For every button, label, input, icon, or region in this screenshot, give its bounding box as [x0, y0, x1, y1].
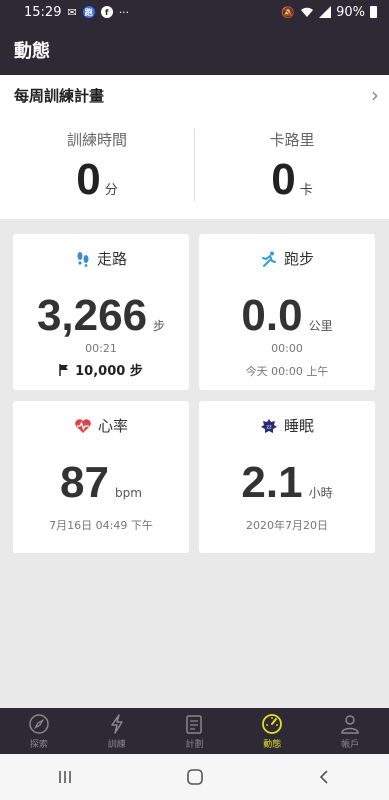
weekly-plan-section: 每周訓練計畫 › 訓練時間 0 分 卡路里 0 卡 [0, 75, 389, 219]
sleep-date: 2020年7月20日 [246, 519, 328, 532]
mute-icon: 🔕 [281, 5, 296, 19]
nav-plan[interactable]: 計劃 [156, 708, 234, 754]
wifi-icon [301, 7, 314, 17]
sleep-icon: zz [260, 418, 277, 433]
footprints-icon [77, 251, 89, 267]
nav-explore-label: 探索 [29, 739, 48, 750]
weekly-plan-header[interactable]: 每周訓練計畫 › [0, 75, 389, 115]
running-duration: 00:00 [271, 342, 303, 355]
nav-activity-label: 動態 [263, 739, 282, 750]
person-icon [341, 714, 359, 734]
battery-percent: 90% [336, 4, 365, 20]
status-time: 15:29 [24, 4, 62, 20]
lightning-icon [110, 713, 123, 734]
heart-rate-unit: bpm [115, 486, 142, 500]
running-distance-unit: 公里 [308, 319, 333, 333]
heart-rate-title: 心率 [97, 417, 128, 435]
walking-steps-value: 3,266 [36, 291, 148, 340]
heart-rate-time: 7月16日 04:49 下午 [49, 519, 153, 532]
system-nav-bar [0, 754, 389, 800]
calories-unit: 卡 [299, 183, 313, 198]
sleep-card[interactable]: zz 睡眠 2.1 小時 2020年7月20日 [199, 401, 375, 553]
weekly-plan-title: 每周訓練計畫 [14, 86, 105, 105]
heart-rate-icon [75, 418, 91, 433]
nav-training[interactable]: 訓練 [78, 708, 156, 754]
back-icon[interactable] [317, 769, 333, 785]
training-time-label: 訓練時間 [66, 131, 127, 149]
app-badge-icon: 跑 [82, 6, 95, 18]
bottom-nav: 探索 訓練 計劃 動態 帳戶 [0, 708, 389, 754]
sleep-value: 2.1 [241, 458, 303, 507]
nav-plan-label: 計劃 [185, 739, 204, 750]
walking-title: 走路 [96, 250, 127, 268]
walking-goal: 10,000 步 [75, 364, 143, 379]
more-icon: ··· [118, 5, 130, 19]
gauge-icon [262, 713, 283, 734]
status-bar: 15:29 ✉ 跑 f ··· 🔕 90% [0, 0, 389, 24]
home-icon[interactable] [186, 768, 204, 786]
recent-apps-icon[interactable] [57, 769, 73, 785]
running-card[interactable]: 跑步 0.0 公里 00:00 今天 00:00 上午 [199, 234, 375, 390]
signal-icon [319, 6, 332, 18]
walking-time: 00:21 [85, 342, 117, 355]
page-title: 動態 [14, 40, 50, 62]
chevron-right-icon[interactable]: › [371, 83, 379, 107]
running-last-time: 今天 00:00 上午 [245, 365, 329, 378]
training-time-stat: 訓練時間 0 分 [0, 115, 194, 219]
nav-training-label: 訓練 [107, 739, 126, 750]
heart-rate-value: 87 [60, 458, 109, 507]
compass-icon [29, 713, 49, 734]
mail-icon: ✉ [67, 5, 77, 19]
app-bar: 動態 [0, 24, 389, 75]
flag-icon [59, 363, 69, 376]
heart-rate-card[interactable]: 心率 87 bpm 7月16日 04:49 下午 [13, 401, 189, 553]
sleep-unit: 小時 [308, 486, 333, 500]
walking-steps-unit: 步 [153, 319, 166, 333]
sleep-title: 睡眠 [283, 417, 314, 435]
walking-card[interactable]: 走路 3,266 步 00:21 10,000 步 [13, 234, 189, 390]
calories-value: 0 [271, 155, 296, 204]
facebook-icon: f [100, 6, 113, 18]
runner-icon [261, 251, 276, 267]
running-title: 跑步 [283, 250, 314, 268]
clipboard-icon [186, 714, 203, 734]
running-distance-value: 0.0 [241, 291, 303, 340]
training-time-value: 0 [76, 155, 101, 204]
nav-activity[interactable]: 動態 [233, 708, 311, 754]
nav-account[interactable]: 帳戶 [311, 708, 389, 754]
svg-text:zz: zz [266, 424, 272, 430]
nav-explore[interactable]: 探索 [0, 708, 78, 754]
calories-label: 卡路里 [269, 131, 315, 149]
training-time-unit: 分 [104, 183, 118, 198]
calories-stat: 卡路里 0 卡 [195, 115, 389, 219]
battery-icon [370, 6, 377, 18]
nav-account-label: 帳戶 [341, 739, 360, 750]
